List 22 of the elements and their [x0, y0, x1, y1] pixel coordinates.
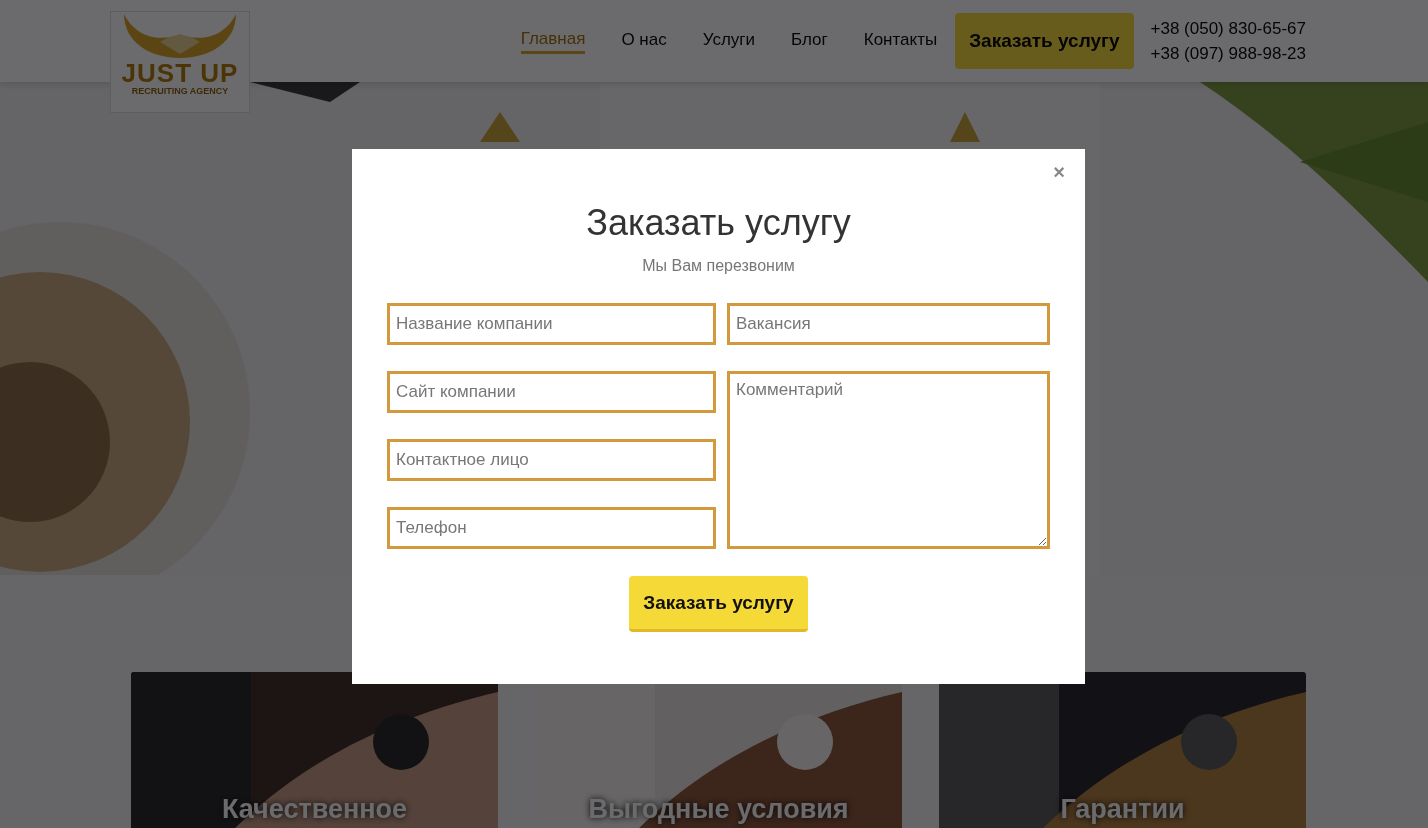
modal-subtitle: Мы Вам перезвоним [642, 257, 795, 275]
modal-title: Заказать услугу [586, 201, 851, 245]
nav-link[interactable]: Услуги [702, 30, 755, 52]
logo-title: JUST UP [121, 60, 239, 86]
nav-link[interactable]: Контакты [863, 30, 938, 52]
phone-number: +38 (097) 988-98-23 [1150, 43, 1306, 65]
nav-link[interactable]: Блог [791, 30, 828, 52]
input-field[interactable]: Название компании [387, 303, 716, 345]
submit-button[interactable]: Заказать услугу [629, 576, 808, 632]
close-button[interactable]: × [1051, 161, 1067, 184]
logo-subtitle: RECRUITING AGENCY [131, 86, 229, 97]
logo[interactable]: JUST UP RECRUITING AGENCY [110, 11, 250, 113]
nav-link[interactable]: Главная [520, 28, 586, 54]
input-field[interactable]: Контактное лицо [387, 439, 716, 481]
comment-field[interactable]: Комментарий [727, 371, 1050, 549]
nav-link[interactable]: О нас [621, 30, 667, 52]
input-field[interactable]: Телефон [387, 507, 716, 549]
order-button[interactable]: Заказать услугу [955, 13, 1134, 69]
phone-number: +38 (050) 830-65-67 [1150, 18, 1306, 40]
input-field[interactable]: Сайт компании [387, 371, 716, 413]
card-title: Гарантии [1059, 794, 1186, 824]
input-field[interactable]: Вакансия [727, 303, 1050, 345]
